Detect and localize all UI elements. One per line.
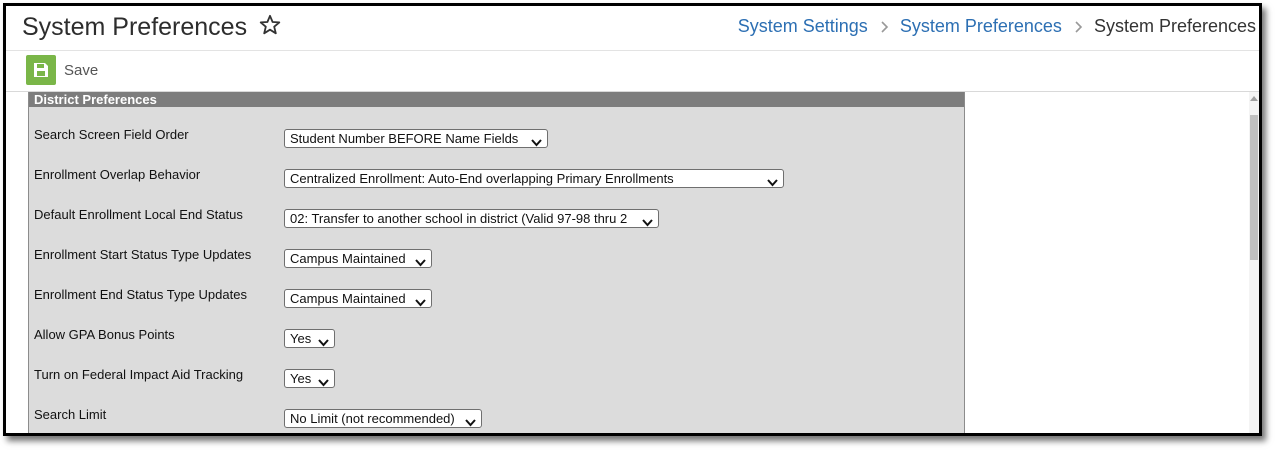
- page-title: System Preferences: [22, 13, 248, 41]
- search-limit-select[interactable]: No Limit (not recommended): [284, 409, 482, 428]
- preference-label: Enrollment Start Status Type Updates: [34, 247, 252, 262]
- chevron-down-icon: [642, 214, 653, 227]
- chevron-down-icon: [318, 334, 329, 347]
- preference-label: Enrollment Overlap Behavior: [34, 167, 201, 182]
- enrollment-start-status-type-updates-select[interactable]: Campus Maintained: [284, 249, 432, 268]
- preference-row: Search Screen Field Order Student Number…: [29, 127, 964, 167]
- save-button[interactable]: Save: [26, 55, 98, 85]
- enrollment-end-status-type-updates-select[interactable]: Campus Maintained: [284, 289, 432, 308]
- preference-row: Default Enrollment Local End Status 02: …: [29, 207, 964, 247]
- breadcrumb-link-system-preferences[interactable]: System Preferences: [900, 16, 1062, 36]
- default-enrollment-local-end-status-select[interactable]: 02: Transfer to another school in distri…: [284, 209, 659, 228]
- select-value: Student Number BEFORE Name Fields: [290, 131, 519, 146]
- select-value: Centralized Enrollment: Auto-End overlap…: [290, 171, 674, 186]
- chevron-down-icon: [465, 414, 476, 427]
- preference-row: Enrollment Start Status Type Updates Cam…: [29, 247, 964, 287]
- preference-row: Enrollment End Status Type Updates Campu…: [29, 287, 964, 327]
- chevron-right-icon: [879, 15, 889, 39]
- preference-row: Turn on Federal Impact Aid Tracking Yes: [29, 367, 964, 407]
- enrollment-overlap-behavior-select[interactable]: Centralized Enrollment: Auto-End overlap…: [284, 169, 784, 188]
- chevron-down-icon: [415, 294, 426, 307]
- vertical-scrollbar[interactable]: [1249, 92, 1259, 433]
- preference-row: Allow GPA Bonus Points Yes: [29, 327, 964, 367]
- preference-row: Enrollment Overlap Behavior Centralized …: [29, 167, 964, 207]
- allow-gpa-bonus-points-select[interactable]: Yes: [284, 329, 335, 348]
- chevron-down-icon: [531, 134, 542, 147]
- preference-label: Search Screen Field Order: [34, 127, 189, 142]
- select-value: Yes: [290, 371, 312, 386]
- panel-title: District Preferences: [29, 92, 964, 107]
- search-screen-field-order-select[interactable]: Student Number BEFORE Name Fields: [284, 129, 548, 148]
- select-value: Yes: [290, 331, 312, 346]
- floppy-disk-icon: [26, 55, 56, 85]
- action-toolbar: Save: [6, 51, 1259, 92]
- select-value: Campus Maintained: [290, 251, 406, 266]
- chevron-right-icon: [1073, 15, 1083, 39]
- scroll-up-arrow-icon[interactable]: [1250, 96, 1258, 101]
- breadcrumb-link-system-settings[interactable]: System Settings: [738, 16, 868, 36]
- chevron-down-icon: [318, 374, 329, 387]
- preference-label: Enrollment End Status Type Updates: [34, 287, 247, 302]
- preference-label: Turn on Federal Impact Aid Tracking: [34, 367, 244, 382]
- preference-label: Allow GPA Bonus Points: [34, 327, 175, 342]
- district-preferences-panel: District Preferences Search Screen Field…: [28, 92, 965, 433]
- favorite-star-icon[interactable]: [258, 13, 282, 37]
- app-window: System Preferences System Settings Syste…: [3, 3, 1262, 436]
- save-label: Save: [64, 61, 99, 79]
- scrollbar-thumb[interactable]: [1250, 115, 1258, 260]
- federal-impact-aid-tracking-select[interactable]: Yes: [284, 369, 335, 388]
- page-header: System Preferences System Settings Syste…: [6, 6, 1259, 51]
- chevron-down-icon: [767, 174, 778, 187]
- preference-label: Search Limit: [34, 407, 107, 422]
- select-value: 02: Transfer to another school in distri…: [290, 211, 628, 226]
- breadcrumb-current: System Preferences: [1093, 16, 1256, 36]
- select-value: Campus Maintained: [290, 291, 406, 306]
- select-value: No Limit (not recommended): [290, 411, 455, 426]
- chevron-down-icon: [415, 254, 426, 267]
- breadcrumb: System Settings System Preferences Syste…: [738, 14, 1256, 39]
- preference-row: Search Limit No Limit (not recommended): [29, 407, 964, 433]
- preference-label: Default Enrollment Local End Status: [34, 207, 243, 222]
